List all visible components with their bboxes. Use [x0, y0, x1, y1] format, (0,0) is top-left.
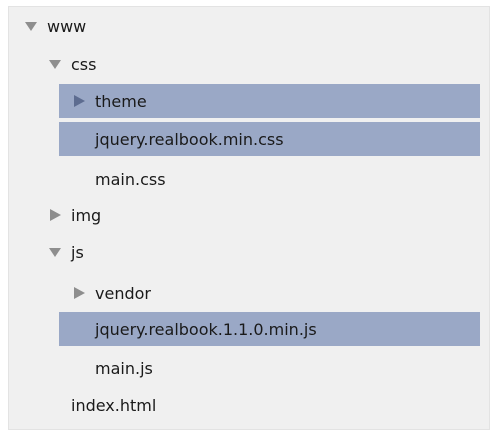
- tree-item-jquery-realbook-min-css[interactable]: jquery.realbook.min.css: [59, 122, 480, 156]
- tree-item-label: index.html: [71, 395, 157, 415]
- tree-item-label: jquery.realbook.1.1.0.min.js: [95, 319, 317, 339]
- tree-item-label: theme: [95, 91, 147, 111]
- triangle-down-icon[interactable]: [47, 244, 63, 260]
- tree-item-label: main.js: [95, 358, 153, 378]
- tree-item-label: jquery.realbook.min.css: [95, 129, 284, 149]
- tree-item-index-html[interactable]: index.html: [71, 388, 156, 422]
- tree-item-main-css[interactable]: main.css: [95, 162, 166, 196]
- tree-item-css[interactable]: css: [47, 47, 96, 81]
- triangle-down-icon[interactable]: [47, 56, 63, 72]
- triangle-right-icon[interactable]: [71, 93, 87, 109]
- file-tree-panel: www css theme jquery.realbook.min.css ma…: [8, 6, 490, 430]
- tree-item-www[interactable]: www: [23, 9, 86, 43]
- tree-item-vendor[interactable]: vendor: [71, 276, 151, 310]
- tree-item-label: www: [47, 16, 87, 36]
- tree-item-label: main.css: [95, 169, 166, 189]
- tree-item-label: vendor: [95, 283, 151, 303]
- tree-item-js[interactable]: js: [47, 235, 84, 269]
- triangle-right-icon[interactable]: [71, 285, 87, 301]
- tree-item-main-js[interactable]: main.js: [95, 351, 153, 385]
- tree-item-theme[interactable]: theme: [59, 84, 480, 118]
- triangle-down-icon[interactable]: [23, 18, 39, 34]
- tree-item-label: css: [71, 54, 97, 74]
- triangle-right-icon[interactable]: [47, 207, 63, 223]
- tree-item-jquery-realbook-1-1-0-min-js[interactable]: jquery.realbook.1.1.0.min.js: [59, 312, 480, 346]
- tree-item-label: js: [71, 242, 84, 262]
- tree-item-label: img: [71, 205, 102, 225]
- tree-item-img[interactable]: img: [47, 198, 101, 232]
